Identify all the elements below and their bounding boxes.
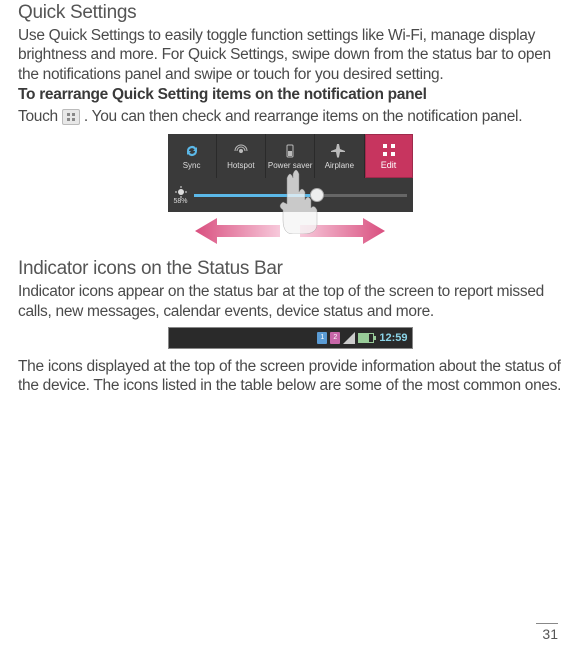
qs-item-hotspot[interactable]: Hotspot: [217, 134, 266, 178]
qs-item-sync[interactable]: Sync: [168, 134, 217, 178]
qs-edit-label: Edit: [381, 160, 397, 170]
brightness-badge: 58%: [174, 186, 188, 205]
hand-gesture-icon: [268, 164, 328, 234]
sync-icon: [184, 143, 200, 159]
sim1-icon: 1: [317, 332, 327, 344]
power-saver-icon: [282, 143, 298, 159]
hotspot-icon: [233, 143, 249, 159]
page-number: 31: [536, 623, 558, 642]
qs-label: Sync: [183, 161, 201, 170]
airplane-icon: [331, 143, 347, 159]
status-bar-figure: 1 2 12:59: [168, 327, 413, 349]
status-time: 12:59: [379, 332, 407, 344]
quick-settings-figure: Sync Hotspot Power saver Airplane Edit: [168, 134, 413, 244]
signal-icon: [343, 332, 355, 344]
touch-instruction: Touch . You can then check and rearrange…: [18, 108, 562, 126]
sim2-icon: 2: [330, 332, 340, 344]
battery-icon: [358, 333, 374, 343]
touch-text-after: . You can then check and rearrange items…: [84, 108, 522, 126]
edit-icon: [62, 109, 80, 125]
rearrange-heading: To rearrange Quick Setting items on the …: [18, 86, 562, 104]
brightness-value: 58%: [174, 198, 188, 205]
qs-edit-button[interactable]: Edit: [365, 134, 413, 178]
quick-settings-desc: Use Quick Settings to easily toggle func…: [18, 26, 562, 84]
qs-label: Hotspot: [227, 161, 255, 170]
touch-text-before: Touch: [18, 108, 58, 126]
edit-button-icon: [381, 142, 397, 158]
indicator-desc1: Indicator icons appear on the status bar…: [18, 282, 562, 321]
indicator-heading: Indicator icons on the Status Bar: [18, 258, 562, 280]
indicator-desc2: The icons displayed at the top of the sc…: [18, 357, 562, 396]
quick-settings-heading: Quick Settings: [18, 2, 562, 24]
qs-label: Airplane: [325, 161, 354, 170]
